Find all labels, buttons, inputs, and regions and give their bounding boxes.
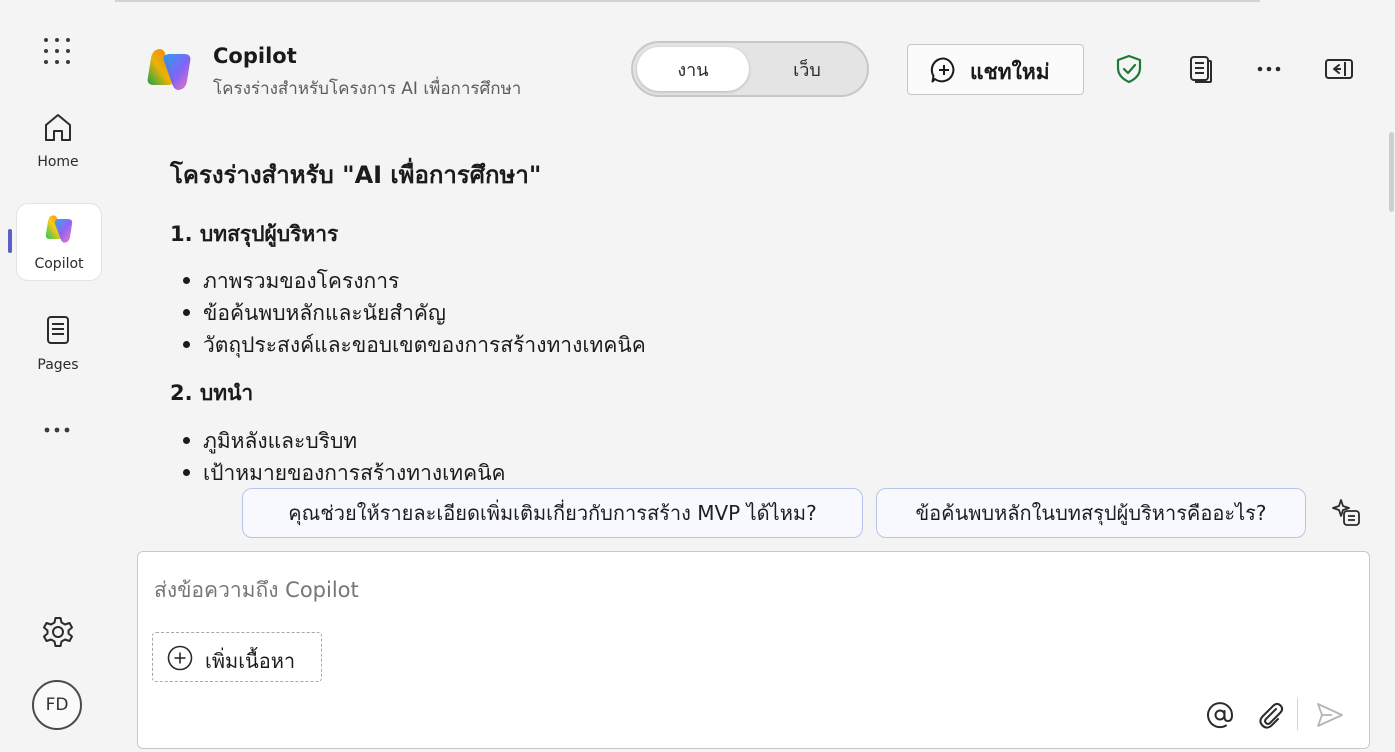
conversation-title: โครงร่างสำหรับโครงการ AI เพื่อการศึกษา: [213, 79, 522, 99]
rail-item-copilot[interactable]: Copilot: [16, 203, 102, 281]
list-item: วัตถุประสงค์และขอบเขตของการสร้างทางเทคนิ…: [183, 329, 646, 362]
left-rail: Home Copilot Pages FD: [0, 0, 115, 752]
rail-item-label: Home: [37, 154, 79, 170]
suggestion-chip-findings[interactable]: ข้อค้นพบหลักในบทสรุปผู้บริหารคืออะไร?: [876, 488, 1306, 538]
new-chat-label: แชทใหม่: [970, 60, 1050, 84]
new-chat-icon: [930, 57, 955, 83]
section-heading: 1. บทสรุปผู้บริหาร: [170, 222, 339, 246]
active-indicator: [8, 229, 12, 253]
home-icon: [45, 114, 71, 141]
list-item: ภาพรวมของโครงการ: [182, 265, 399, 298]
list-item: ภูมิหลังและบริบท: [182, 425, 357, 458]
more-apps-icon[interactable]: [40, 418, 74, 442]
attach-paperclip-icon[interactable]: [1256, 700, 1286, 730]
toolbar-divider: [1297, 698, 1298, 730]
suggestion-chip-mvp[interactable]: คุณช่วยให้รายละเอียดเพิ่มเติมเกี่ยวกับกา…: [242, 488, 863, 538]
message-composer: เพิ่มเนื้อหา: [137, 551, 1370, 749]
mention-at-icon[interactable]: [1205, 700, 1235, 730]
rail-item-label: Copilot: [34, 256, 84, 272]
app-launcher-icon[interactable]: [42, 36, 72, 66]
copilot-app-logo-icon: [147, 49, 191, 90]
more-options-icon[interactable]: [1253, 53, 1285, 85]
collapse-panel-icon[interactable]: [1323, 53, 1355, 85]
toggle-option-work[interactable]: งาน: [637, 47, 749, 91]
list-item: เป้าหมายของการสร้างทางเทคนิค: [183, 457, 506, 490]
pages-document-icon[interactable]: [1184, 53, 1216, 85]
user-avatar[interactable]: FD: [32, 680, 82, 730]
rail-item-home[interactable]: Home: [16, 102, 100, 178]
work-web-toggle: งาน เว็บ: [631, 41, 869, 97]
add-content-button[interactable]: เพิ่มเนื้อหา: [152, 632, 322, 682]
top-strip: [115, 0, 1260, 2]
copilot-logo-icon: [45, 215, 73, 243]
shield-check-icon[interactable]: [1113, 53, 1145, 85]
send-icon[interactable]: [1315, 700, 1345, 730]
pages-icon: [47, 316, 69, 344]
rail-item-label: Pages: [37, 357, 79, 373]
list-item: ข้อค้นพบหลักและนัยสำคัญ: [183, 297, 446, 330]
scrollbar-thumb[interactable]: [1389, 132, 1394, 212]
add-content-label: เพิ่มเนื้อหา: [205, 649, 296, 673]
app-title: Copilot: [213, 44, 297, 68]
toggle-option-web[interactable]: เว็บ: [751, 47, 863, 91]
message-input[interactable]: [152, 572, 1156, 608]
section-heading: 2. บทนำ: [170, 381, 254, 405]
settings-gear-icon[interactable]: [40, 614, 76, 650]
add-circle-icon: [167, 645, 193, 671]
prompt-suggestions-sparkle-icon[interactable]: [1330, 497, 1362, 529]
rail-item-pages[interactable]: Pages: [16, 305, 100, 381]
new-chat-button[interactable]: แชทใหม่: [907, 44, 1084, 95]
outline-title: โครงร่างสำหรับ "AI เพื่อการศึกษา": [170, 161, 542, 189]
